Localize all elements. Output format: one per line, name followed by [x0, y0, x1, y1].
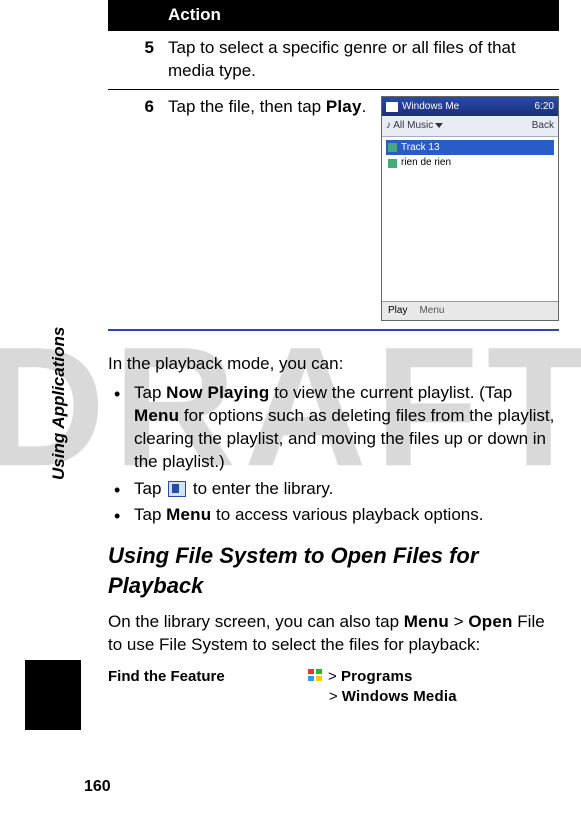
page-number: 160 — [84, 776, 111, 798]
text: On the library screen, you can also tap — [108, 612, 404, 631]
mock-softkey-menu: Menu — [413, 302, 450, 320]
text: for options such as deleting files from … — [134, 406, 554, 471]
step-number: 6 — [108, 96, 168, 321]
mock-toolbar-left: ♪ All Music — [386, 119, 443, 133]
text: All Music — [393, 120, 433, 131]
table-end-rule — [108, 329, 559, 331]
list-item: Tap to enter the library. — [108, 478, 559, 501]
device-screenshot: Windows Me 6:20 ♪ All Music Back Track 1… — [381, 96, 559, 321]
text: > — [449, 612, 468, 631]
mock-back-button: Back — [532, 119, 554, 133]
path-segment: Windows Media — [342, 688, 457, 705]
find-feature-path: > Programs > Windows Media — [308, 667, 559, 708]
text: to enter the library. — [188, 479, 333, 498]
step-number: 5 — [108, 37, 168, 83]
note-icon — [388, 159, 397, 168]
text: . — [362, 97, 367, 116]
bullet-list: Tap Now Playing to view the current play… — [108, 382, 559, 528]
ui-term: Open — [468, 612, 512, 631]
text: Tap the file, then tap — [168, 97, 326, 116]
chevron-down-icon — [435, 123, 443, 128]
page-content: Action 5 Tap to select a specific genre … — [0, 0, 581, 707]
subsection-heading: Using File System to Open Files for Play… — [108, 541, 559, 600]
action-table: Action 5 Tap to select a specific genre … — [108, 0, 559, 331]
path-separator: > — [329, 688, 338, 705]
step-text: Tap the file, then tap Play. — [168, 96, 373, 321]
mock-toolbar: ♪ All Music Back — [382, 116, 558, 137]
text: rien de rien — [401, 156, 451, 170]
mock-title-text: Windows Me — [402, 100, 459, 114]
mock-list-item: rien de rien — [386, 155, 554, 171]
path-segment: Programs — [341, 668, 413, 685]
mock-titlebar: Windows Me 6:20 — [382, 97, 558, 117]
step-text: Tap to select a specific genre or all fi… — [168, 37, 559, 83]
mock-status-icons: 6:20 — [535, 100, 554, 114]
table-row: 6 Tap the file, then tap Play. Windows M… — [108, 90, 559, 327]
find-the-feature: Find the Feature > Programs > Windows Me… — [108, 667, 559, 708]
ui-term: Menu — [134, 406, 179, 425]
ui-term: Now Playing — [166, 383, 269, 402]
text: Tap — [134, 479, 166, 498]
body-paragraph: On the library screen, you can also tap … — [108, 611, 559, 657]
windows-flag-icon — [386, 102, 398, 112]
intro-paragraph: In the playback mode, you can: — [108, 353, 559, 376]
text: Tap — [134, 383, 166, 402]
mock-footer: PlayMenu — [382, 301, 558, 320]
text: Tap — [134, 505, 166, 524]
library-icon — [168, 481, 186, 497]
mock-softkey-play: Play — [382, 302, 413, 320]
ui-term: Menu — [404, 612, 449, 631]
action-table-header: Action — [108, 0, 559, 31]
mock-track-list: Track 13 rien de rien — [382, 137, 558, 174]
mock-list-item-selected: Track 13 — [386, 140, 554, 156]
text: to access various playback options. — [211, 505, 483, 524]
list-item: Tap Menu to access various playback opti… — [108, 504, 559, 527]
note-icon — [388, 143, 397, 152]
text: to view the current playlist. (Tap — [269, 383, 512, 402]
table-row: 5 Tap to select a specific genre or all … — [108, 31, 559, 90]
ui-term: Play — [326, 97, 362, 116]
text: Track 13 — [401, 141, 440, 155]
ui-term: Menu — [166, 505, 211, 524]
path-separator: > — [328, 668, 337, 685]
windows-flag-icon — [308, 669, 324, 683]
list-item: Tap Now Playing to view the current play… — [108, 382, 559, 474]
find-feature-label: Find the Feature — [108, 667, 308, 708]
